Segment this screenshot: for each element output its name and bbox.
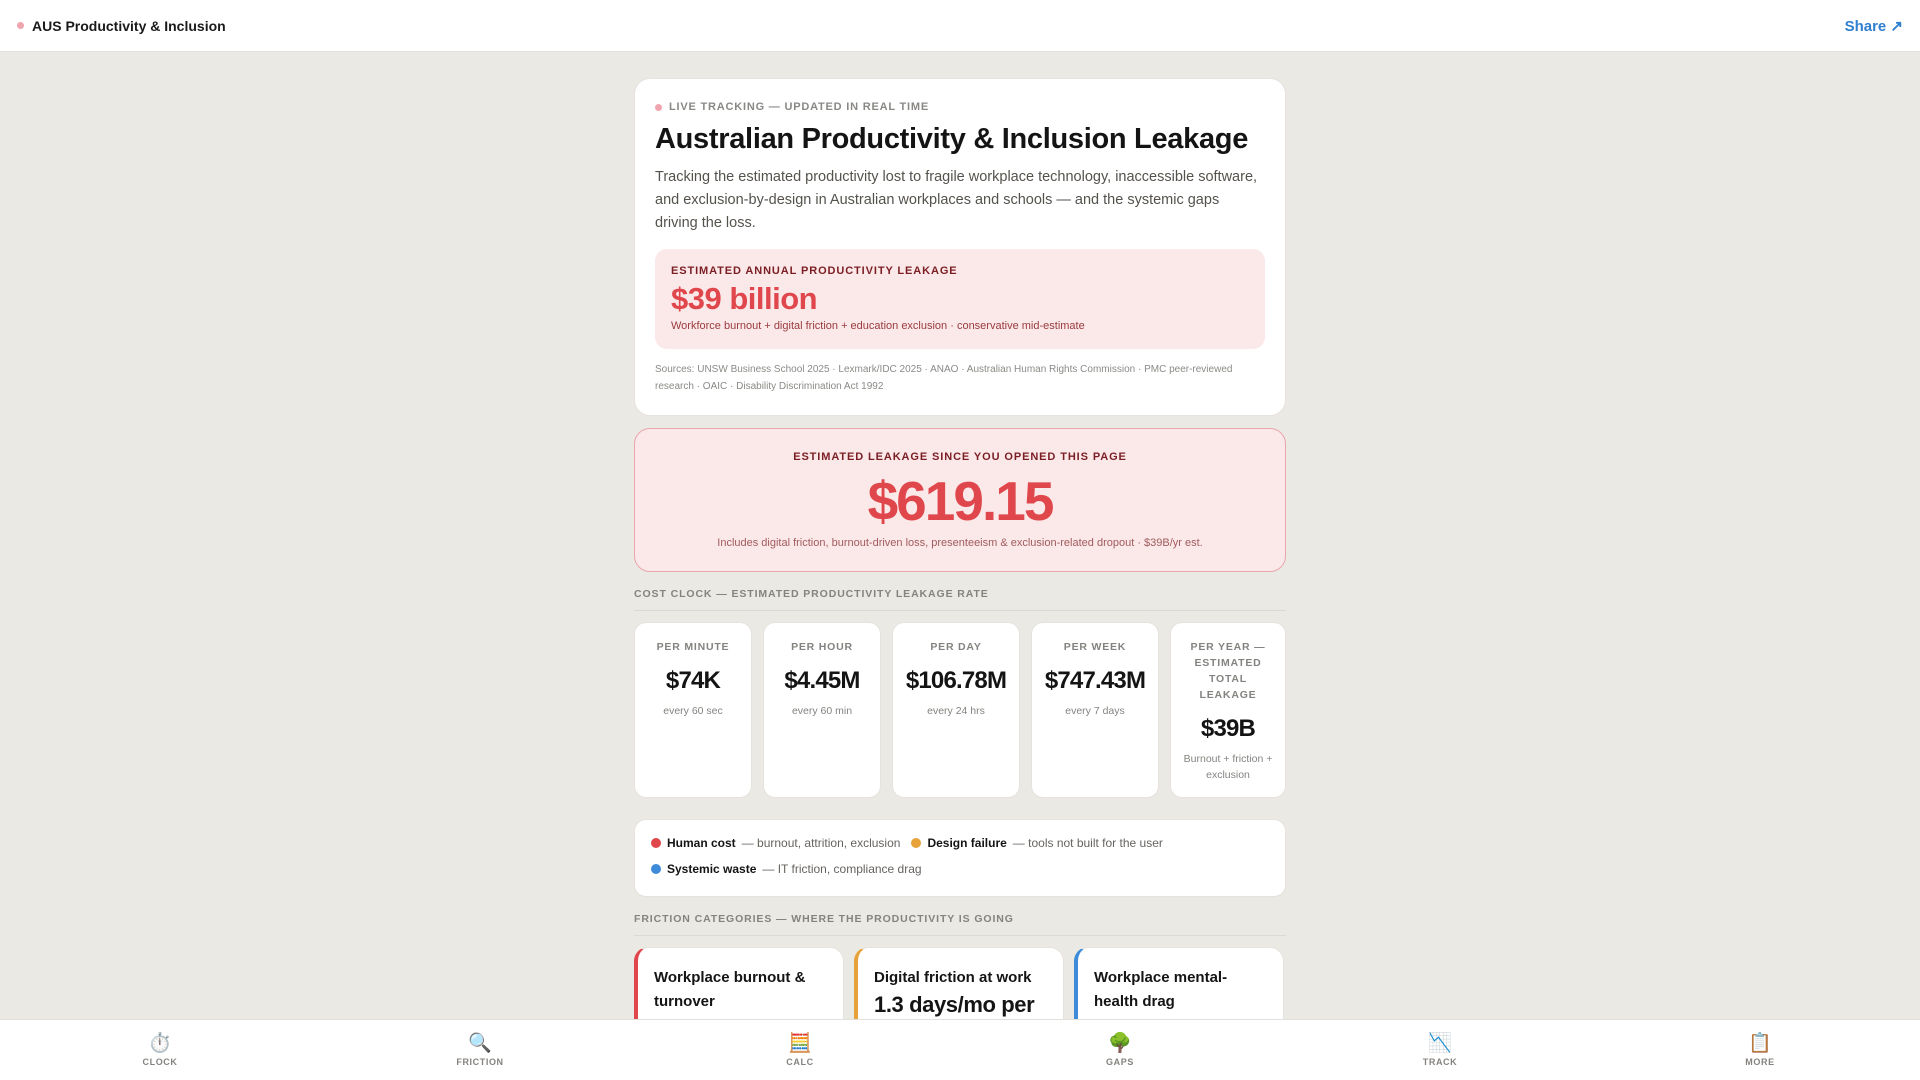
nav-label: MORE [1745, 1057, 1775, 1067]
nav-more[interactable]: 📋 MORE [1600, 1020, 1920, 1080]
friction-card-title: Workplace mental-health drag [1094, 969, 1228, 1010]
clipboard-icon: 📋 [1748, 1033, 1772, 1054]
rate-note: Burnout + friction + exclusion [1183, 753, 1273, 781]
rate-card-week: PER WEEK $747.43M every 7 days [1031, 622, 1159, 798]
annual-leakage-box: ESTIMATED ANNUAL PRODUCTIVITY LEAKAGE $3… [655, 249, 1265, 349]
stopwatch-icon: ⏱️ [148, 1033, 172, 1054]
nav-friction[interactable]: 🔍 FRICTION [320, 1020, 640, 1080]
nav-label: TRACK [1422, 1057, 1458, 1067]
main-column: LIVE TRACKING — UPDATED IN REAL TIME Aus… [634, 78, 1286, 1047]
friction-card-title: Workplace burnout & turnover [654, 969, 806, 1010]
rate-label: PER DAY [930, 641, 982, 653]
rate-value: $106.78M [905, 667, 1007, 694]
bottom-nav: ⏱️ CLOCK 🔍 FRICTION 🧮 CALC 🌳 GAPS 📉 TRAC… [0, 1019, 1920, 1080]
rate-note: every 24 hrs [927, 705, 985, 717]
top-bar: AUS Productivity & Inclusion Share ↗ [0, 0, 1920, 52]
legend-swatch-icon [651, 864, 661, 874]
legend-item-systemic-waste: Systemic waste — IT friction, compliance… [651, 862, 922, 876]
nav-clock[interactable]: ⏱️ CLOCK [0, 1020, 320, 1080]
rate-note: every 60 sec [663, 705, 723, 717]
nav-track[interactable]: 📉 TRACK [1280, 1020, 1600, 1080]
rate-label: PER MINUTE [656, 641, 730, 653]
hero-card: LIVE TRACKING — UPDATED IN REAL TIME Aus… [634, 78, 1286, 416]
live-indicator: LIVE TRACKING — UPDATED IN REAL TIME [655, 101, 1265, 113]
cost-legend: Human cost — burnout, attrition, exclusi… [634, 819, 1286, 897]
legend-name: Design failure [927, 836, 1007, 850]
live-counter-note: Includes digital friction, burnout-drive… [717, 537, 1203, 549]
legend-description: — IT friction, compliance drag [762, 862, 922, 876]
legend-swatch-icon [651, 838, 661, 848]
rate-cards: PER MINUTE $74K every 60 sec PER HOUR $4… [634, 622, 1286, 798]
rate-label: PER HOUR [791, 641, 853, 653]
chart-decreasing-icon: 📉 [1428, 1033, 1452, 1054]
live-counter-card: ESTIMATED LEAKAGE SINCE YOU OPENED THIS … [634, 428, 1286, 572]
cost-clock-heading: COST CLOCK — ESTIMATED PRODUCTIVITY LEAK… [634, 588, 1286, 611]
magnifier-icon: 🔍 [468, 1033, 492, 1054]
rate-note: every 7 days [1065, 705, 1125, 717]
live-counter-label: ESTIMATED LEAKAGE SINCE YOU OPENED THIS … [793, 451, 1127, 463]
page-title: Australian Productivity & Inclusion Leak… [655, 123, 1249, 155]
friction-card-figure: 1.3 days/mo per [874, 992, 1035, 1017]
rate-card-day: PER DAY $106.78M every 24 hrs [892, 622, 1020, 798]
legend-item-design-failure: Design failure — tools not built for the… [911, 836, 1163, 850]
legend-description: — tools not built for the user [1012, 836, 1163, 850]
brand-dot-icon [17, 22, 24, 29]
friction-heading: FRICTION CATEGORIES — WHERE THE PRODUCTI… [634, 913, 1286, 936]
rate-card-hour: PER HOUR $4.45M every 60 min [763, 622, 881, 798]
rate-note: every 60 min [791, 705, 853, 717]
live-dot-icon [655, 103, 662, 111]
brand-title: AUS Productivity & Inclusion [32, 17, 226, 34]
live-counter-value: $619.15 [867, 470, 1055, 532]
annual-leakage-note: Workforce burnout + digital friction + e… [671, 320, 1085, 332]
friction-card-title: Digital friction at work [874, 969, 1032, 986]
nav-label: GAPS [1106, 1057, 1134, 1067]
nav-gaps[interactable]: 🌳 GAPS [960, 1020, 1280, 1080]
share-button[interactable]: Share ↗ [1845, 17, 1903, 35]
live-label: LIVE TRACKING — UPDATED IN REAL TIME [669, 101, 930, 113]
nav-label: FRICTION [456, 1057, 504, 1067]
nav-label: CLOCK [142, 1057, 178, 1067]
tree-icon: 🌳 [1108, 1033, 1132, 1054]
sources-text: Sources: UNSW Business School 2025 · Lex… [655, 364, 1233, 392]
legend-item-human-cost: Human cost — burnout, attrition, exclusi… [651, 836, 900, 850]
rate-value: $39B [1200, 715, 1256, 742]
annual-leakage-label: ESTIMATED ANNUAL PRODUCTIVITY LEAKAGE [671, 265, 958, 277]
rate-card-year: PER YEAR — ESTIMATED TOTAL LEAKAGE $39B … [1170, 622, 1286, 798]
rate-value: $4.45M [784, 667, 860, 694]
abacus-icon: 🧮 [788, 1033, 812, 1054]
legend-description: — burnout, attrition, exclusion [741, 836, 901, 850]
rate-card-minute: PER MINUTE $74K every 60 sec [634, 622, 752, 798]
nav-label: CALC [786, 1057, 814, 1067]
rate-label: PER YEAR — ESTIMATED TOTAL LEAKAGE [1190, 641, 1266, 701]
legend-name: Systemic waste [667, 862, 757, 876]
annual-leakage-value: $39 billion [671, 281, 818, 316]
rate-value: $74K [665, 667, 721, 694]
rate-value: $747.43M [1044, 667, 1146, 694]
legend-name: Human cost [667, 836, 736, 850]
legend-swatch-icon [911, 838, 922, 848]
rate-label: PER WEEK [1063, 641, 1127, 653]
brand[interactable]: AUS Productivity & Inclusion [17, 18, 226, 34]
page-description: Tracking the estimated productivity lost… [655, 169, 1258, 231]
nav-calc[interactable]: 🧮 CALC [640, 1020, 960, 1080]
